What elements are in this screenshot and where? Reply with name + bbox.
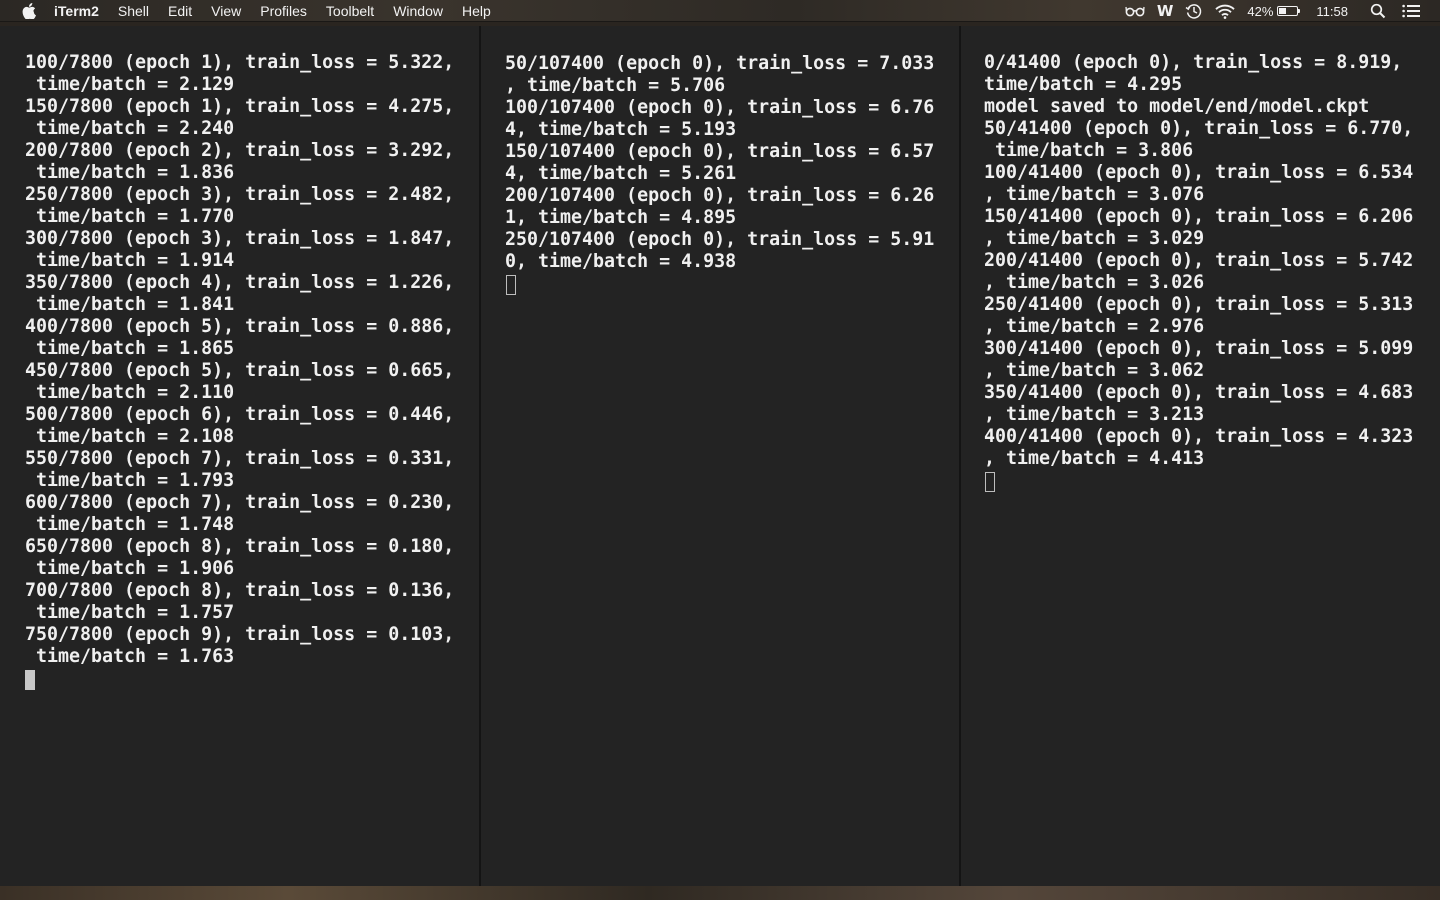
terminal-line: 300/41400 (epoch 0), train_loss = 5.099 — [984, 338, 1414, 359]
terminal-line: , time/batch = 3.213 — [984, 404, 1205, 425]
terminal-line: time/batch = 1.763 — [25, 646, 235, 667]
menu-window[interactable]: Window — [393, 3, 443, 19]
terminal-line: 0, time/batch = 4.938 — [505, 251, 737, 272]
terminal-line: 150/107400 (epoch 0), train_loss = 6.57 — [505, 141, 935, 162]
terminal-line: , time/batch = 3.026 — [984, 272, 1205, 293]
terminal-line: time/batch = 2.240 — [25, 118, 235, 139]
terminal-line: 100/41400 (epoch 0), train_loss = 6.534 — [984, 162, 1414, 183]
terminal-line: , time/batch = 4.413 — [984, 448, 1205, 469]
terminal-line: time/batch = 1.906 — [25, 558, 235, 579]
battery-status[interactable]: 42% — [1247, 3, 1301, 19]
battery-percent: 42% — [1247, 3, 1274, 19]
terminal-line: 1, time/batch = 4.895 — [505, 207, 737, 228]
menu-toolbelt[interactable]: Toolbelt — [326, 3, 374, 19]
menu-help[interactable]: Help — [462, 3, 491, 19]
terminal-line: time/batch = 3.806 — [984, 140, 1194, 161]
terminal-line: 50/41400 (epoch 0), train_loss = 6.770, — [984, 118, 1414, 139]
status-area: W 42% 11:58 — [1125, 0, 1420, 22]
list-icon[interactable] — [1402, 0, 1420, 22]
menu-shell[interactable]: Shell — [118, 3, 149, 19]
terminal-line: 650/7800 (epoch 8), train_loss = 0.180, — [25, 536, 455, 557]
terminal-line: 300/7800 (epoch 3), train_loss = 1.847, — [25, 228, 455, 249]
menu-view[interactable]: View — [211, 3, 241, 19]
terminal-line: time/batch = 1.865 — [25, 338, 235, 359]
terminal-line: , time/batch = 3.062 — [984, 360, 1205, 381]
terminal-line: 550/7800 (epoch 7), train_loss = 0.331, — [25, 448, 455, 469]
terminal-line: 250/7800 (epoch 3), train_loss = 2.482, — [25, 184, 455, 205]
terminal-line: 600/7800 (epoch 7), train_loss = 0.230, — [25, 492, 455, 513]
terminal-line: 100/107400 (epoch 0), train_loss = 6.76 — [505, 97, 935, 118]
terminal-line: 750/7800 (epoch 9), train_loss = 0.103, — [25, 624, 455, 645]
terminal-line: time/batch = 2.110 — [25, 382, 235, 403]
menu-profiles[interactable]: Profiles — [260, 3, 307, 19]
terminal-line: time/batch = 1.748 — [25, 514, 235, 535]
terminal-line: time/batch = 1.757 — [25, 602, 235, 623]
terminal-line: 350/41400 (epoch 0), train_loss = 4.683 — [984, 382, 1414, 403]
terminal-line: 200/41400 (epoch 0), train_loss = 5.742 — [984, 250, 1414, 271]
terminal-line: 250/107400 (epoch 0), train_loss = 5.91 — [505, 229, 935, 250]
terminal-output-3: 0/41400 (epoch 0), train_loss = 8.919, t… — [984, 52, 1413, 470]
terminal-line: time/batch = 1.770 — [25, 206, 235, 227]
terminal-pane-1[interactable]: 100/7800 (epoch 1), train_loss = 5.322, … — [0, 26, 479, 886]
terminal-line: 50/107400 (epoch 0), train_loss = 7.033 — [505, 53, 935, 74]
terminal-line: time/batch = 4.295 — [984, 74, 1183, 95]
terminal-line: time/batch = 1.793 — [25, 470, 235, 491]
terminal-line: 500/7800 (epoch 6), train_loss = 0.446, — [25, 404, 455, 425]
terminal-cursor-2 — [506, 275, 516, 295]
clock[interactable]: 11:58 — [1316, 0, 1348, 22]
menu-bar: iTerm2 Shell Edit View Profiles Toolbelt… — [0, 0, 1440, 22]
terminal-line: time/batch = 2.129 — [25, 74, 235, 95]
glasses-icon[interactable] — [1125, 0, 1145, 22]
terminal-output-2: 50/107400 (epoch 0), train_loss = 7.033 … — [505, 53, 934, 273]
terminal-line: 450/7800 (epoch 5), train_loss = 0.665, — [25, 360, 455, 381]
terminal-line: , time/batch = 2.976 — [984, 316, 1205, 337]
terminal-line: time/batch = 2.108 — [25, 426, 235, 447]
wifi-icon[interactable] — [1215, 0, 1236, 22]
battery-icon — [1277, 6, 1301, 16]
terminal-window: 100/7800 (epoch 1), train_loss = 5.322, … — [0, 26, 1440, 886]
terminal-pane-3[interactable]: 0/41400 (epoch 0), train_loss = 8.919, t… — [961, 26, 1440, 886]
terminal-line: 200/7800 (epoch 2), train_loss = 3.292, — [25, 140, 455, 161]
terminal-output-1: 100/7800 (epoch 1), train_loss = 5.322, … — [25, 52, 454, 668]
terminal-line: , time/batch = 5.706 — [505, 75, 726, 96]
terminal-line: 700/7800 (epoch 8), train_loss = 0.136, — [25, 580, 455, 601]
terminal-line: 400/7800 (epoch 5), train_loss = 0.886, — [25, 316, 455, 337]
terminal-line: model saved to model/end/model.ckpt — [984, 96, 1370, 117]
desktop-wallpaper-strip — [0, 886, 1440, 900]
terminal-cursor-1 — [25, 670, 35, 690]
terminal-line: 350/7800 (epoch 4), train_loss = 1.226, — [25, 272, 455, 293]
terminal-line: , time/batch = 3.029 — [984, 228, 1205, 249]
terminal-line: 250/41400 (epoch 0), train_loss = 5.313 — [984, 294, 1414, 315]
battery-fill — [1279, 8, 1287, 14]
terminal-line: 200/107400 (epoch 0), train_loss = 6.26 — [505, 185, 935, 206]
time-machine-icon[interactable] — [1185, 0, 1203, 22]
terminal-line: 100/7800 (epoch 1), train_loss = 5.322, — [25, 52, 455, 73]
search-icon[interactable] — [1370, 0, 1386, 22]
terminal-line: 400/41400 (epoch 0), train_loss = 4.323 — [984, 426, 1414, 447]
terminal-line: 150/7800 (epoch 1), train_loss = 4.275, — [25, 96, 455, 117]
terminal-line: 4, time/batch = 5.261 — [505, 163, 737, 184]
menu-edit[interactable]: Edit — [168, 3, 192, 19]
terminal-line: time/batch = 1.914 — [25, 250, 235, 271]
terminal-pane-2[interactable]: 50/107400 (epoch 0), train_loss = 7.033 … — [481, 26, 959, 886]
terminal-line: time/batch = 1.841 — [25, 294, 235, 315]
terminal-cursor-3 — [985, 472, 995, 492]
terminal-line: 150/41400 (epoch 0), train_loss = 6.206 — [984, 206, 1414, 227]
terminal-line: 4, time/batch = 5.193 — [505, 119, 737, 140]
terminal-line: 0/41400 (epoch 0), train_loss = 8.919, — [984, 52, 1403, 73]
w-icon[interactable]: W — [1157, 0, 1174, 22]
menu-app-name[interactable]: iTerm2 — [54, 3, 99, 19]
terminal-line: , time/batch = 3.076 — [984, 184, 1205, 205]
apple-menu-icon[interactable] — [20, 2, 36, 19]
terminal-line: time/batch = 1.836 — [25, 162, 235, 183]
